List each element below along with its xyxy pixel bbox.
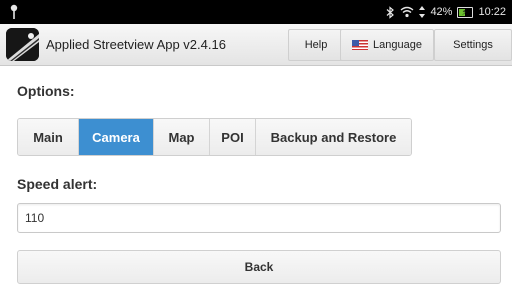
bluetooth-icon	[386, 5, 395, 19]
us-flag-icon	[352, 40, 369, 50]
tab-map-label: Map	[168, 129, 195, 145]
help-button-label: Help	[304, 39, 328, 51]
android-debug-icon	[8, 3, 20, 21]
tab-poi[interactable]: POI	[210, 119, 256, 155]
battery-charging-icon: ⚡	[457, 6, 474, 18]
speed-alert-label: Speed alert:	[17, 176, 98, 192]
help-button[interactable]: Help	[288, 29, 344, 61]
tab-backup-and-restore[interactable]: Backup and Restore	[256, 119, 411, 155]
options-heading: Options:	[17, 83, 75, 99]
back-button[interactable]: Back	[17, 250, 501, 284]
speed-alert-input[interactable]	[17, 203, 501, 233]
app-header: Applied Streetview App v2.4.16 Help Lang…	[0, 24, 512, 66]
language-button[interactable]: Language	[340, 29, 434, 61]
tab-poi-label: POI	[221, 129, 244, 145]
tab-map[interactable]: Map	[154, 119, 210, 155]
app-title: Applied Streetview App v2.4.16	[46, 37, 226, 52]
battery-percent: 42%	[430, 6, 453, 18]
wifi-icon	[400, 6, 414, 18]
clock: 10:22	[478, 6, 506, 18]
settings-button-label: Settings	[453, 39, 493, 51]
back-button-label: Back	[244, 260, 274, 274]
streetview-app-icon[interactable]	[6, 28, 39, 61]
tab-backup-label: Backup and Restore	[270, 129, 397, 145]
tab-main-label: Main	[33, 129, 63, 145]
language-button-label: Language	[373, 39, 422, 51]
options-tab-bar: Main Camera Map POI Backup and Restore	[17, 118, 412, 156]
tab-camera[interactable]: Camera	[79, 119, 154, 155]
data-arrows-icon	[419, 6, 426, 18]
tab-main[interactable]: Main	[18, 119, 79, 155]
tab-camera-label: Camera	[92, 129, 140, 145]
settings-button[interactable]: Settings	[434, 29, 512, 61]
status-bar: 42% ⚡ 10:22	[0, 0, 512, 24]
